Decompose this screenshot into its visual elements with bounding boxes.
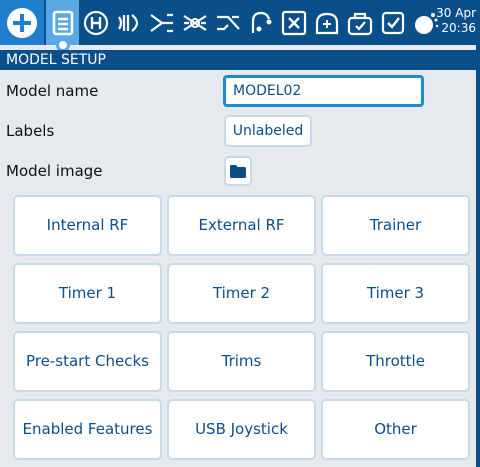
throttle-button[interactable]: Throttle — [321, 331, 470, 392]
tab-inputs[interactable] — [145, 0, 178, 45]
tab-mixes[interactable] — [178, 0, 211, 45]
timer-1-button[interactable]: Timer 1 — [13, 263, 162, 324]
trainer-button[interactable]: Trainer — [321, 195, 470, 256]
checklist-icon — [381, 11, 404, 34]
mixes-icon — [182, 14, 207, 31]
trims-button[interactable]: Trims — [167, 331, 316, 392]
usb-joystick-button[interactable]: USB Joystick — [167, 399, 316, 460]
home-button[interactable] — [0, 0, 44, 45]
clock: 30 Apr 20:36 — [428, 6, 476, 36]
date-text: 30 Apr — [436, 6, 476, 20]
timer-3-button[interactable]: Timer 3 — [321, 263, 470, 324]
timer-2-button[interactable]: Timer 2 — [167, 263, 316, 324]
top-bar: 30 Apr 20:36 — [0, 0, 480, 45]
pre-start-checks-button[interactable]: Pre-start Checks — [13, 331, 162, 392]
tab-global-variables[interactable] — [277, 0, 310, 45]
tab-outputs[interactable] — [211, 0, 244, 45]
model-name-field[interactable]: MODEL02 — [223, 75, 424, 107]
scrollbar — [476, 45, 480, 467]
enabled-features-button[interactable]: Enabled Features — [13, 399, 162, 460]
heli-icon — [83, 10, 108, 35]
folder-icon — [230, 164, 246, 178]
page-title: MODEL SETUP — [0, 50, 480, 70]
logical-switches-icon — [315, 12, 338, 34]
model-image-label: Model image — [6, 162, 103, 180]
special-functions-icon — [347, 12, 372, 35]
add-icon — [7, 7, 37, 38]
model-list-icon — [52, 10, 73, 35]
time-text: 20:36 — [441, 21, 476, 35]
labels-button[interactable]: Unlabeled — [224, 115, 312, 147]
internal-rf-button[interactable]: Internal RF — [13, 195, 162, 256]
tab-logical-switches[interactable] — [310, 0, 343, 45]
external-rf-button[interactable]: External RF — [167, 195, 316, 256]
tab-checklist[interactable] — [376, 0, 409, 45]
curves-icon — [251, 11, 271, 33]
outputs-icon — [216, 15, 240, 30]
tab-flight-modes[interactable] — [112, 0, 145, 45]
tab-heli[interactable] — [79, 0, 112, 45]
model-name-label: Model name — [6, 82, 99, 100]
other-button[interactable]: Other — [321, 399, 470, 460]
flight-modes-icon — [117, 13, 138, 32]
tab-curves[interactable] — [244, 0, 277, 45]
tab-special-functions[interactable] — [343, 0, 376, 45]
labels-label: Labels — [6, 122, 55, 140]
model-image-button[interactable] — [224, 156, 252, 186]
tab-strip — [46, 0, 442, 45]
inputs-icon — [149, 13, 173, 32]
global-variables-icon — [281, 10, 306, 35]
